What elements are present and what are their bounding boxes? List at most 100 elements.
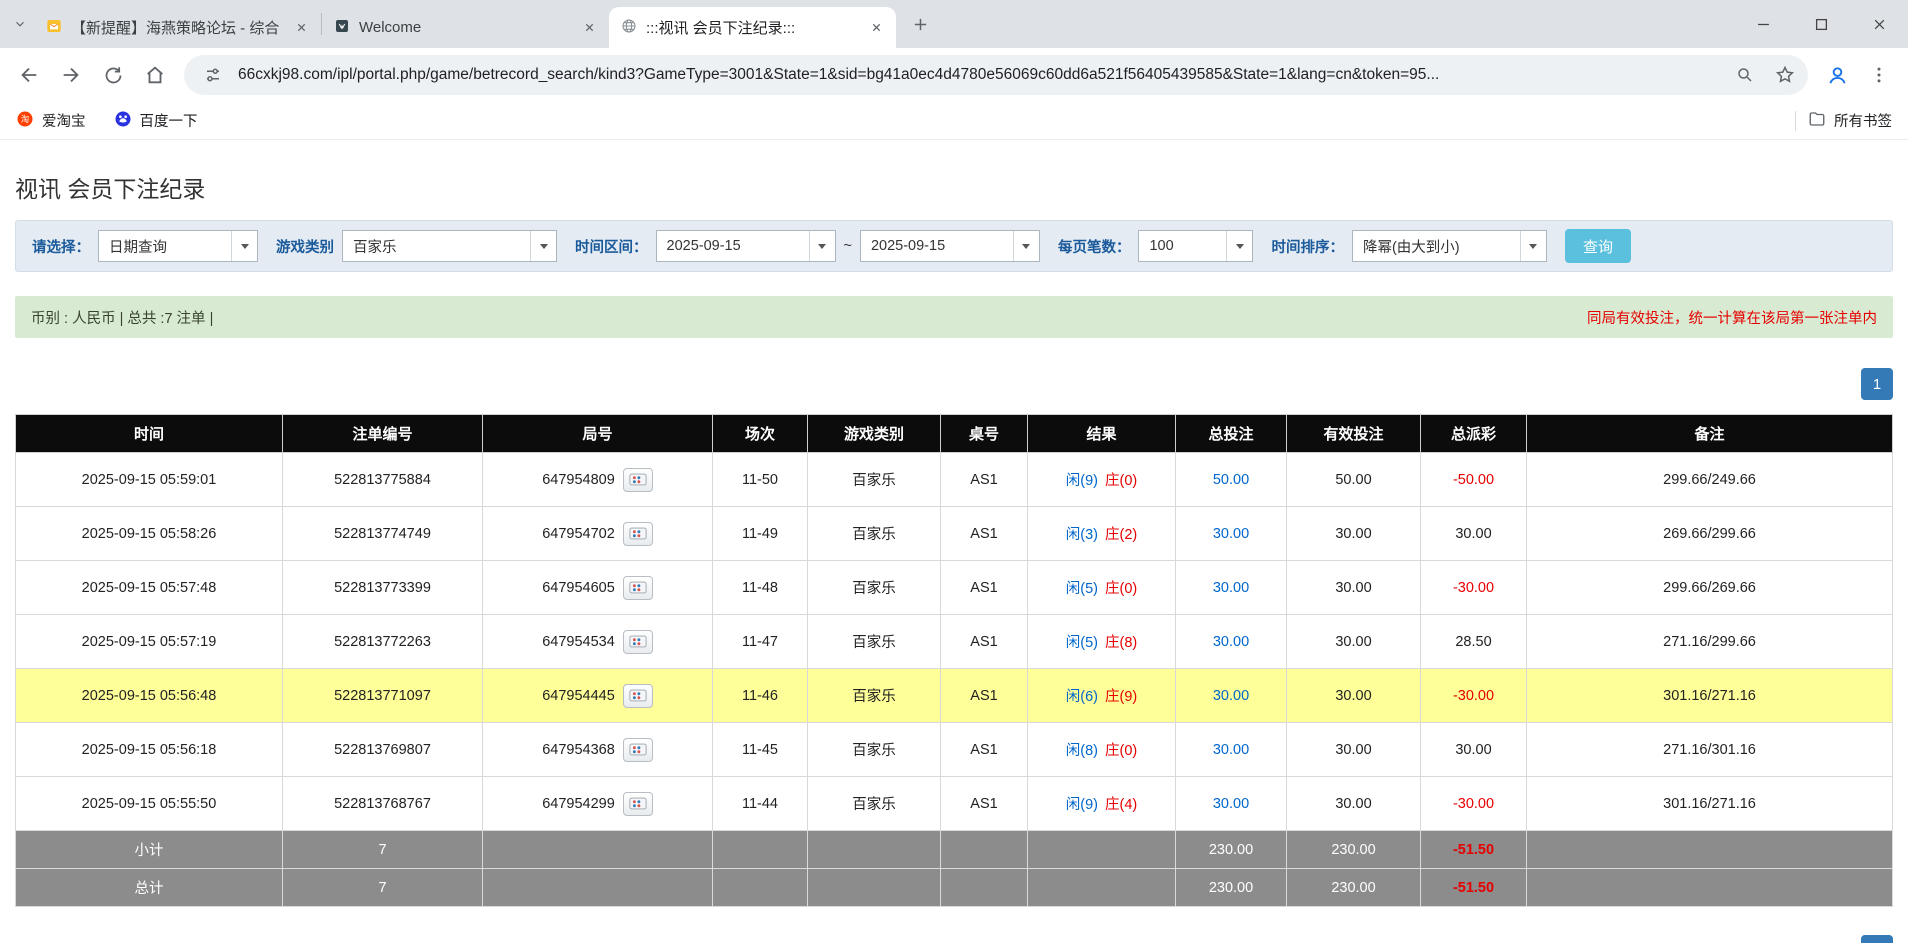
cell-note: 299.66/269.66	[1527, 561, 1893, 615]
cell-bet-id: 522813768767	[283, 777, 483, 831]
address-bar[interactable]: 66cxkj98.com/ipl/portal.php/game/betreco…	[184, 55, 1808, 95]
taobao-icon: 淘	[16, 110, 34, 132]
tab-title: :::视讯 会员下注纪录:::	[646, 17, 857, 38]
home-icon[interactable]	[136, 56, 174, 94]
chevron-down-icon	[231, 231, 257, 261]
select-label: 请选择：	[32, 236, 90, 257]
header-bet-id: 注单编号	[283, 415, 483, 453]
roadmap-icon[interactable]	[623, 468, 653, 492]
round-number: 647954299	[542, 796, 615, 812]
cell-bet-id: 522813773399	[283, 561, 483, 615]
cell-total-bet-link[interactable]: 30.00	[1176, 669, 1287, 723]
cell-payout: 28.50	[1421, 615, 1527, 669]
tab-search-chevron-icon[interactable]	[6, 10, 34, 38]
close-icon[interactable]	[579, 18, 599, 38]
cell-game: 百家乐	[808, 561, 941, 615]
header-payout: 总派彩	[1421, 415, 1527, 453]
cell-total-bet-link[interactable]: 30.00	[1176, 723, 1287, 777]
forward-icon[interactable]	[52, 56, 90, 94]
chevron-down-icon	[530, 231, 556, 261]
close-icon[interactable]	[291, 18, 311, 38]
chevron-down-icon	[1520, 231, 1546, 261]
total-count: 7	[283, 869, 483, 907]
all-bookmarks-button[interactable]: 所有书签	[1808, 110, 1892, 132]
summary-notice-text: 同局有效投注，统一计算在该局第一张注单内	[1587, 307, 1877, 328]
bookmark-baidu[interactable]: 百度一下	[114, 110, 198, 132]
roadmap-icon[interactable]	[623, 684, 653, 708]
zoom-icon[interactable]	[1730, 60, 1760, 90]
pagination-page-1-top[interactable]: 1	[1861, 368, 1893, 400]
game-type-select[interactable]: 百家乐	[342, 230, 557, 262]
date-from-select[interactable]: 2025-09-15	[656, 230, 836, 262]
cell-session: 11-50	[713, 453, 808, 507]
menu-dots-icon[interactable]	[1860, 56, 1898, 94]
site-settings-tune-icon[interactable]	[198, 60, 228, 90]
profile-avatar-icon[interactable]	[1818, 56, 1856, 94]
mail-icon	[46, 18, 62, 38]
header-round: 局号	[483, 415, 713, 453]
maximize-icon[interactable]	[1792, 0, 1850, 48]
minimize-icon[interactable]	[1734, 0, 1792, 48]
globe-icon	[621, 18, 637, 38]
table-row-highlighted: 2025-09-15 05:56:48 522813771097 6479544…	[16, 669, 1893, 723]
close-window-icon[interactable]	[1850, 0, 1908, 48]
tab-forum[interactable]: 【新提醒】海燕策略论坛 - 综合	[34, 7, 321, 48]
header-session: 场次	[713, 415, 808, 453]
total-label: 总计	[16, 869, 283, 907]
refresh-icon[interactable]	[94, 56, 132, 94]
cell-total-bet-link[interactable]: 30.00	[1176, 615, 1287, 669]
close-icon[interactable]	[866, 18, 886, 38]
chevron-down-icon	[1226, 231, 1252, 261]
page-size-label: 每页笔数：	[1058, 236, 1131, 257]
cell-session: 11-44	[713, 777, 808, 831]
sort-order-select[interactable]: 降幂(由大到小)	[1352, 230, 1547, 262]
cell-valid-bet: 30.00	[1287, 723, 1421, 777]
cell-time: 2025-09-15 05:57:19	[16, 615, 283, 669]
cell-session: 11-49	[713, 507, 808, 561]
cell-total-bet-link[interactable]: 50.00	[1176, 453, 1287, 507]
cell-payout: -30.00	[1421, 669, 1527, 723]
roadmap-icon[interactable]	[623, 576, 653, 600]
total-total-bet: 230.00	[1176, 869, 1287, 907]
navigation-bar: 66cxkj98.com/ipl/portal.php/game/betreco…	[0, 48, 1908, 102]
cell-table-no: AS1	[941, 561, 1028, 615]
new-tab-icon[interactable]	[904, 8, 936, 40]
total-row: 总计 7 230.00 230.00 -51.50	[16, 869, 1893, 907]
all-bookmarks-label: 所有书签	[1834, 110, 1892, 131]
header-game-type: 游戏类别	[808, 415, 941, 453]
tab-bet-records[interactable]: :::视讯 会员下注纪录:::	[609, 7, 896, 48]
search-button[interactable]: 查询	[1565, 229, 1631, 263]
cell-note: 301.16/271.16	[1527, 777, 1893, 831]
cell-empty	[941, 831, 1028, 869]
back-icon[interactable]	[10, 56, 48, 94]
cell-result: 闲(9)庄(4)	[1028, 777, 1176, 831]
cell-valid-bet: 50.00	[1287, 453, 1421, 507]
game-type-label: 游戏类别	[276, 236, 334, 257]
url-text[interactable]: 66cxkj98.com/ipl/portal.php/game/betreco…	[238, 66, 1720, 84]
roadmap-icon[interactable]	[623, 522, 653, 546]
bookmark-star-icon[interactable]	[1770, 60, 1800, 90]
cell-total-bet-link[interactable]: 30.00	[1176, 507, 1287, 561]
roadmap-icon[interactable]	[623, 738, 653, 762]
cell-total-bet-link[interactable]: 30.00	[1176, 777, 1287, 831]
roadmap-icon[interactable]	[623, 792, 653, 816]
date-to-select[interactable]: 2025-09-15	[860, 230, 1040, 262]
table-row: 2025-09-15 05:56:18 522813769807 6479543…	[16, 723, 1893, 777]
roadmap-icon[interactable]	[623, 630, 653, 654]
result-banker: 庄(2)	[1105, 523, 1137, 544]
cell-total-bet-link[interactable]: 30.00	[1176, 561, 1287, 615]
bookmark-taobao[interactable]: 淘 爱淘宝	[16, 110, 86, 132]
round-number: 647954605	[542, 580, 615, 596]
tab-welcome[interactable]: Welcome	[322, 7, 609, 48]
pagination-page-1-bottom[interactable]: 1	[1861, 935, 1893, 943]
cell-result: 闲(5)庄(0)	[1028, 561, 1176, 615]
cell-result: 闲(3)庄(2)	[1028, 507, 1176, 561]
page-size-select[interactable]: 100	[1138, 230, 1253, 262]
cell-result: 闲(5)庄(8)	[1028, 615, 1176, 669]
cell-empty	[713, 831, 808, 869]
chevron-down-icon	[1013, 231, 1039, 261]
bookmark-label: 爱淘宝	[42, 110, 86, 131]
result-player: 闲(9)	[1066, 793, 1098, 814]
result-player: 闲(9)	[1066, 469, 1098, 490]
date-query-select[interactable]: 日期查询	[98, 230, 258, 262]
